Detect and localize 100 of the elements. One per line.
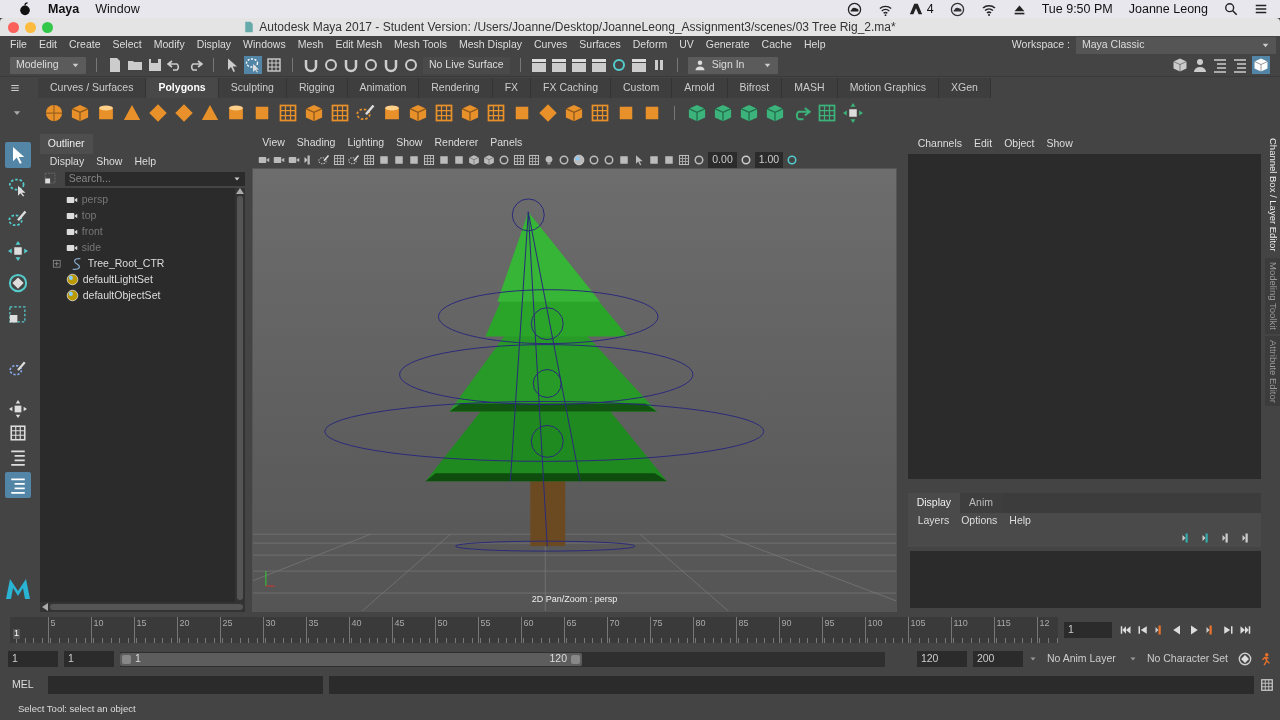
square-icon[interactable] bbox=[378, 153, 391, 166]
menu-item[interactable]: Help bbox=[797, 37, 832, 53]
paint-select-tool-icon[interactable] bbox=[348, 153, 361, 166]
play-icon[interactable] bbox=[1188, 624, 1200, 636]
menu-item[interactable]: File bbox=[4, 37, 33, 53]
expand-icon[interactable] bbox=[51, 258, 62, 269]
paint-select-tool-icon[interactable] bbox=[7, 209, 28, 229]
live-surface-field[interactable]: No Live Surface bbox=[423, 56, 510, 74]
grid-icon[interactable] bbox=[1260, 678, 1274, 692]
cone-icon[interactable] bbox=[122, 103, 142, 123]
clapperboard-icon[interactable] bbox=[630, 57, 647, 73]
shelf-tab[interactable]: XGen bbox=[939, 78, 991, 98]
square-icon[interactable] bbox=[438, 153, 451, 166]
grid-icon[interactable] bbox=[333, 153, 346, 166]
search-icon[interactable] bbox=[1224, 2, 1238, 16]
ring-icon[interactable] bbox=[739, 153, 752, 166]
save-icon[interactable] bbox=[147, 57, 163, 73]
exposure-field[interactable]: 0.00 bbox=[708, 151, 737, 168]
menu-icon[interactable] bbox=[1254, 2, 1268, 16]
cone-icon[interactable] bbox=[200, 103, 220, 123]
move-tool-icon[interactable] bbox=[7, 241, 28, 261]
grid-icon[interactable] bbox=[678, 153, 691, 166]
square-icon[interactable] bbox=[393, 153, 406, 166]
cube-icon[interactable] bbox=[304, 103, 324, 123]
grid-icon[interactable] bbox=[434, 103, 454, 123]
ring-icon[interactable] bbox=[323, 57, 339, 73]
magnet-icon[interactable] bbox=[303, 57, 319, 73]
current-time-field[interactable]: 1 bbox=[1064, 622, 1112, 638]
cube-icon[interactable] bbox=[765, 103, 785, 123]
menu-item[interactable]: Lighting bbox=[341, 134, 391, 151]
rotate-tool-icon[interactable] bbox=[7, 273, 28, 293]
menu-item[interactable]: Options bbox=[955, 512, 1004, 529]
caret-icon[interactable] bbox=[1028, 655, 1037, 663]
menu-set-dropdown[interactable]: Modeling bbox=[10, 56, 86, 74]
list-icon[interactable] bbox=[8, 448, 27, 466]
ring-icon[interactable] bbox=[498, 153, 511, 166]
menu-item[interactable]: Object bbox=[998, 136, 1041, 152]
ring-icon[interactable] bbox=[363, 57, 379, 73]
grid-icon[interactable] bbox=[330, 103, 350, 123]
menu-item[interactable]: Channels bbox=[911, 136, 969, 152]
current-frame-marker[interactable]: 1 bbox=[13, 629, 20, 639]
grid-icon[interactable] bbox=[513, 153, 526, 166]
gamma-field[interactable]: 1.00 bbox=[754, 151, 784, 168]
grid-icon[interactable] bbox=[817, 103, 837, 123]
skip-to-start-icon[interactable] bbox=[1120, 624, 1132, 636]
ring-icon[interactable] bbox=[693, 153, 706, 166]
menu-item[interactable]: Select bbox=[106, 37, 148, 53]
file-icon[interactable] bbox=[107, 57, 123, 73]
menu-item[interactable]: Windows bbox=[237, 37, 292, 53]
rotate-tool-icon[interactable] bbox=[1238, 652, 1252, 666]
magnet-icon[interactable] bbox=[383, 57, 399, 73]
shelf-tab[interactable]: Curves / Surfaces bbox=[38, 78, 147, 98]
shelf-tab[interactable]: Sculpting bbox=[218, 78, 287, 98]
scale-tool-icon[interactable] bbox=[7, 305, 28, 325]
ball-icon[interactable] bbox=[573, 153, 586, 166]
playback-end-field[interactable]: 120 bbox=[916, 651, 967, 667]
grid-icon[interactable] bbox=[423, 153, 436, 166]
ring-icon[interactable] bbox=[610, 57, 627, 73]
start-time-field[interactable]: 1 bbox=[8, 651, 58, 667]
range-handle[interactable] bbox=[571, 654, 580, 664]
menu-item[interactable]: Panels bbox=[484, 134, 529, 151]
shelf-tab[interactable]: Custom bbox=[610, 78, 673, 98]
menu-item[interactable]: Show bbox=[390, 134, 429, 151]
square-icon[interactable] bbox=[408, 153, 421, 166]
menu-item[interactable]: Deform bbox=[626, 37, 674, 53]
playback-start-field[interactable]: 1 bbox=[64, 651, 114, 667]
menu-item[interactable]: Edit bbox=[968, 136, 999, 152]
outliner-item[interactable]: Tree_Root_CTR bbox=[87, 255, 165, 272]
command-input[interactable] bbox=[48, 676, 323, 694]
menu-item[interactable]: Mesh Display bbox=[453, 37, 529, 53]
shelf-tab[interactable]: Polygons bbox=[146, 78, 219, 98]
cube-icon[interactable] bbox=[408, 103, 428, 123]
layer-tab[interactable]: Display bbox=[907, 493, 961, 513]
grid-icon[interactable] bbox=[486, 103, 506, 123]
cube-icon[interactable] bbox=[713, 103, 733, 123]
time-ruler[interactable]: 5 10 15 20 25 30 35 40 45 50 55 60 65 70 75 80 85 90 95 100 105 110 115 12 1 bbox=[10, 617, 1058, 643]
search-field[interactable]: Search... bbox=[64, 171, 246, 186]
ring-icon[interactable] bbox=[588, 153, 601, 166]
person-icon[interactable] bbox=[1192, 57, 1208, 73]
cube-icon[interactable] bbox=[1172, 57, 1188, 73]
shelf-tab[interactable]: MASH bbox=[782, 78, 838, 98]
skip-to-end-icon[interactable] bbox=[1239, 624, 1251, 636]
menu-item[interactable]: Generate bbox=[699, 37, 756, 53]
clapperboard-icon[interactable] bbox=[570, 57, 587, 73]
menu-item[interactable]: Surfaces bbox=[573, 37, 627, 53]
lasso-tool-icon[interactable] bbox=[7, 177, 28, 197]
diamond-icon[interactable] bbox=[538, 103, 558, 123]
viewport-scene[interactable] bbox=[253, 169, 896, 611]
menu-item[interactable]: Create bbox=[63, 37, 107, 53]
diamond-icon[interactable] bbox=[148, 103, 168, 123]
square-icon[interactable] bbox=[618, 153, 631, 166]
cube-icon[interactable] bbox=[687, 103, 707, 123]
menu-item[interactable]: Help bbox=[1003, 512, 1037, 529]
clapperboard-icon[interactable] bbox=[590, 57, 607, 73]
shelf-tab[interactable]: Rendering bbox=[419, 78, 493, 98]
eject-icon[interactable] bbox=[1012, 2, 1026, 16]
menu-item[interactable]: Help bbox=[128, 153, 163, 170]
menu-item[interactable]: Edit bbox=[32, 37, 63, 53]
step-backward-icon[interactable] bbox=[1137, 624, 1149, 636]
cube-icon[interactable] bbox=[468, 153, 481, 166]
